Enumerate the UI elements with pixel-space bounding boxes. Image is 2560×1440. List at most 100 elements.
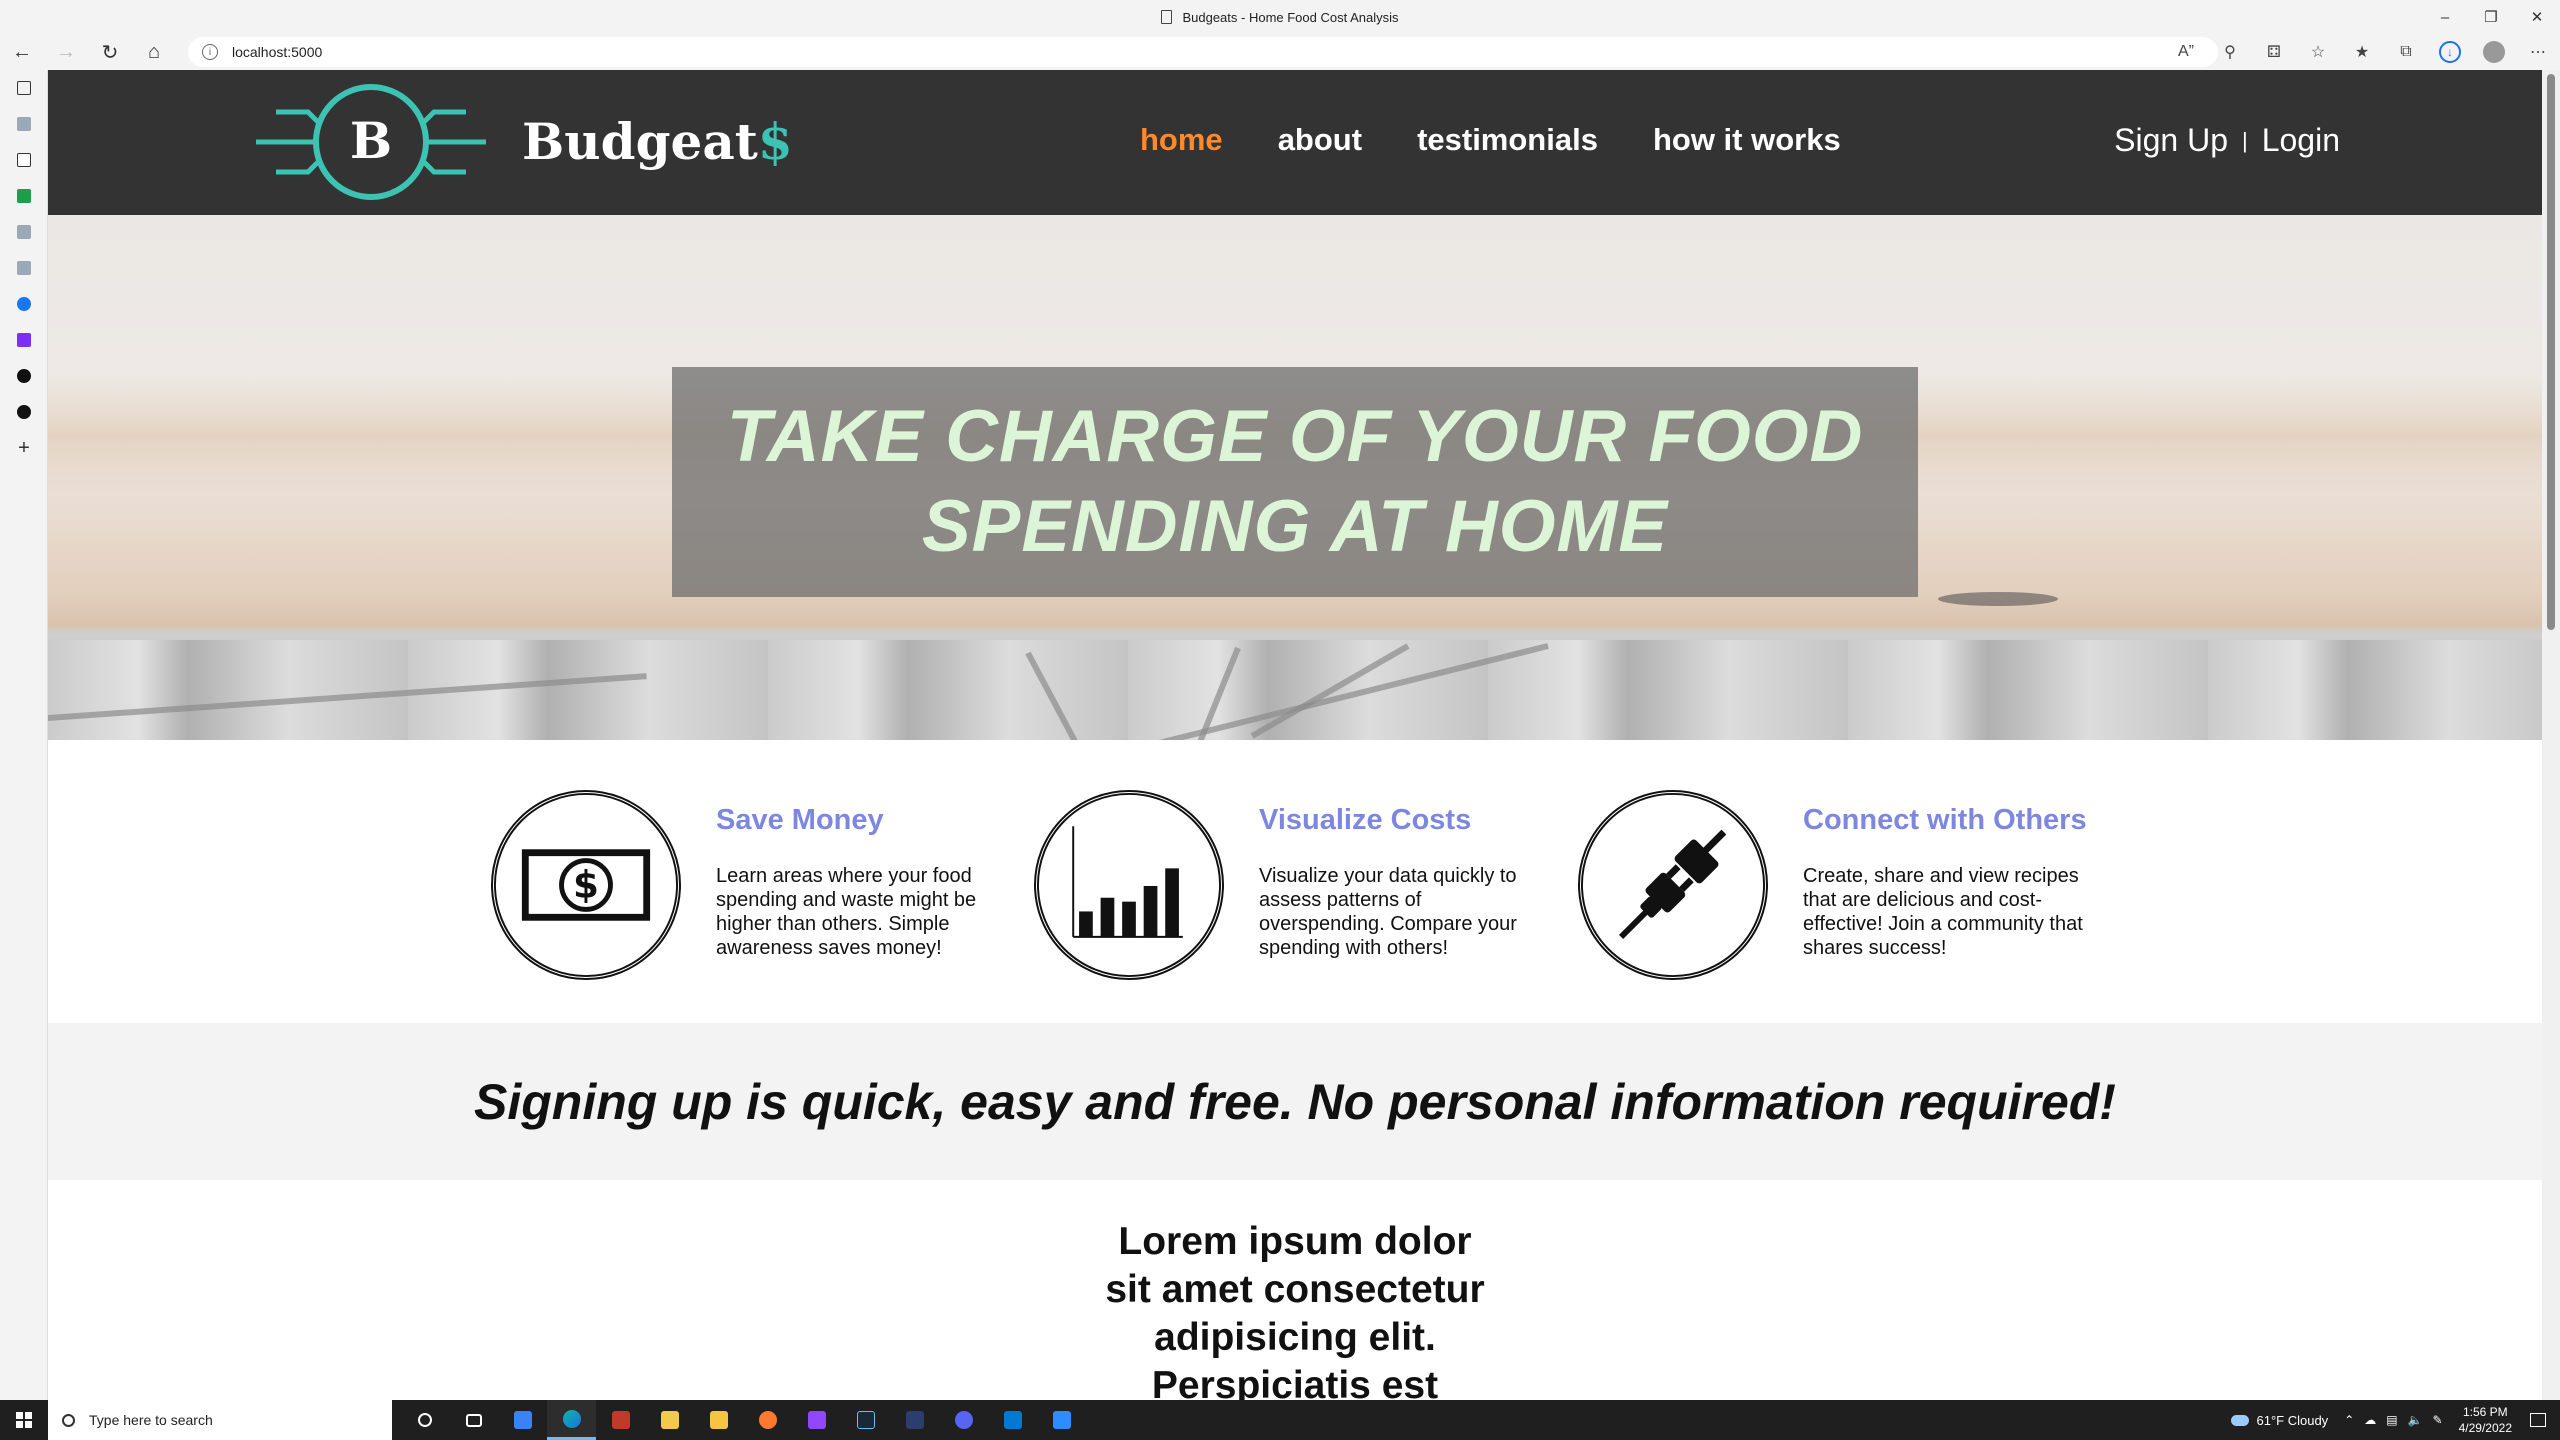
taskbar-explorer[interactable]	[694, 1400, 743, 1440]
new-tab-button[interactable]: +	[0, 430, 48, 466]
brand-text: Budgeat	[522, 112, 758, 171]
app-icon	[905, 1411, 924, 1429]
feature-save-money: $ Save Money Learn areas where your food…	[491, 790, 1011, 980]
taskbar-vscode[interactable]	[988, 1400, 1037, 1440]
sidebar-tab-6[interactable]	[0, 250, 48, 286]
sidebar-tab-3[interactable]	[0, 142, 48, 178]
taskbar-store[interactable]	[645, 1400, 694, 1440]
taskbar-twitch[interactable]	[792, 1400, 841, 1440]
page-icon	[17, 153, 31, 167]
taskbar-app-9[interactable]	[890, 1400, 939, 1440]
zoom-icon[interactable]: ⚲	[2208, 34, 2252, 70]
scrollbar-thumb[interactable]	[2547, 74, 2555, 630]
notifications-icon[interactable]	[2530, 1413, 2546, 1427]
page-scrollbar[interactable]	[2542, 70, 2560, 1400]
taskbar-search[interactable]: Type here to search	[48, 1400, 392, 1440]
bar-chart-icon	[1034, 790, 1224, 980]
taskbar-edge[interactable]	[547, 1400, 596, 1440]
folder-icon	[709, 1411, 728, 1429]
store-icon	[660, 1411, 679, 1429]
signup-link[interactable]: Sign Up	[2114, 122, 2228, 159]
weather-widget[interactable]: 61°F Cloudy	[2230, 1412, 2329, 1428]
home-icon[interactable]: ⌂	[132, 34, 176, 70]
add-favorite-icon[interactable]: ☆	[2296, 34, 2340, 70]
collections-icon[interactable]: ⧉	[2384, 34, 2428, 70]
translate-icon[interactable]: ⚃	[2252, 34, 2296, 70]
browser-toolbar: A” ⚲ ⚃ ☆ ★ ⧉ ↓ ⋯	[2164, 34, 2560, 70]
twitch-icon	[807, 1411, 826, 1429]
taskbar-app-1[interactable]	[498, 1400, 547, 1440]
minimize-icon[interactable]: –	[2422, 0, 2468, 34]
lorem-heading: Lorem ipsum dolor sit amet consectetur a…	[1105, 1220, 1485, 1400]
start-button[interactable]	[0, 1400, 48, 1440]
hero-line-2: SPENDING AT HOME	[921, 486, 1669, 567]
login-link[interactable]: Login	[2262, 122, 2340, 159]
cortana-button[interactable]	[400, 1400, 449, 1440]
weather-text: 61°F Cloudy	[2256, 1412, 2329, 1428]
brand-accent: $	[757, 112, 793, 171]
volume-icon[interactable]: 🔈	[2408, 1413, 2423, 1427]
more-menu-icon[interactable]: ⋯	[2516, 34, 2560, 70]
auth-links: Sign Up | Login	[2114, 122, 2340, 159]
circle-icon	[17, 405, 31, 419]
read-aloud-icon[interactable]: A”	[2164, 34, 2208, 70]
sidebar-tab-1[interactable]	[0, 70, 48, 106]
feature-title: Visualize Costs	[1259, 804, 1472, 836]
hero-background-shadow	[1938, 592, 2058, 606]
hero-line-1: TAKE CHARGE OF YOUR FOOD	[726, 396, 1864, 477]
refresh-icon[interactable]: ↻	[88, 34, 132, 70]
sidebar-tab-7[interactable]	[0, 286, 48, 322]
restore-icon[interactable]: ❐	[2468, 0, 2514, 34]
cortana-icon	[417, 1413, 432, 1427]
sidebar-tab-10[interactable]	[0, 394, 48, 430]
nav-testimonials[interactable]: testimonials	[1417, 122, 1598, 158]
download-icon: ↓	[2439, 41, 2461, 63]
taskbar-app-3[interactable]	[596, 1400, 645, 1440]
pen-icon[interactable]: ✎	[2433, 1413, 2443, 1427]
sidebar-tab-4[interactable]	[0, 178, 48, 214]
forward-icon[interactable]: →	[44, 34, 88, 70]
hero-headline: TAKE CHARGE OF YOUR FOOD SPENDING AT HOM…	[727, 392, 1864, 572]
chevron-up-icon[interactable]: ⌃	[2344, 1413, 2354, 1427]
taskbar-app-6[interactable]	[743, 1400, 792, 1440]
plug-connect-icon	[1578, 790, 1768, 980]
nav-about[interactable]: about	[1278, 122, 1362, 158]
info-icon[interactable]: i	[202, 44, 218, 60]
signup-tagline: Signing up is quick, easy and free. No p…	[474, 1073, 2116, 1130]
clock[interactable]: 1:56 PM 4/29/2022	[2459, 1404, 2512, 1436]
sidebar-tab-2[interactable]	[0, 106, 48, 142]
window-title: Budgeats - Home Food Cost Analysis	[1182, 9, 1399, 25]
sidebar-tab-9[interactable]	[0, 358, 48, 394]
clock-time: 1:56 PM	[2462, 1405, 2508, 1419]
feature-description: Create, share and view recipes that are …	[1803, 865, 2083, 959]
clock-date: 4/29/2022	[2458, 1421, 2512, 1435]
onedrive-icon[interactable]: ☁	[2364, 1413, 2376, 1427]
profile-button[interactable]	[2472, 34, 2516, 70]
nav-home[interactable]: home	[1140, 122, 1223, 158]
url-field[interactable]: i localhost:5000	[188, 37, 2218, 67]
lorem-section: Lorem ipsum dolor sit amet consectetur a…	[48, 1180, 2542, 1400]
sidebar-tab-8[interactable]	[0, 322, 48, 358]
back-icon[interactable]: ←	[0, 34, 44, 70]
taskbar-discord[interactable]	[939, 1400, 988, 1440]
feature-title: Connect with Others	[1803, 804, 2087, 836]
sidebar-tab-5[interactable]	[0, 214, 48, 250]
search-placeholder: Type here to search	[89, 1412, 213, 1428]
taskbar-steam[interactable]	[841, 1400, 890, 1440]
taskbar-apps	[400, 1400, 1086, 1440]
hero-section: TAKE CHARGE OF YOUR FOOD SPENDING AT HOM…	[48, 215, 2542, 740]
feature-title: Save Money	[716, 804, 884, 836]
vscode-icon	[1003, 1411, 1022, 1429]
tab-icon	[17, 261, 31, 275]
brand-name[interactable]: Budgeat$	[522, 112, 793, 171]
window-controls: – ❐ ✕	[2422, 0, 2560, 34]
taskbar-zoom[interactable]	[1037, 1400, 1086, 1440]
feature-visualize-costs: Visualize Costs Visualize your data quic…	[1034, 790, 1554, 980]
close-icon[interactable]: ✕	[2514, 0, 2560, 34]
favorites-icon[interactable]: ★	[2340, 34, 2384, 70]
budgeats-logo-icon[interactable]: B	[256, 82, 486, 202]
network-icon[interactable]: ▤	[2386, 1413, 2397, 1427]
downloads-button[interactable]: ↓	[2428, 34, 2472, 70]
task-view-button[interactable]	[449, 1400, 498, 1440]
nav-how-it-works[interactable]: how it works	[1653, 122, 1841, 158]
